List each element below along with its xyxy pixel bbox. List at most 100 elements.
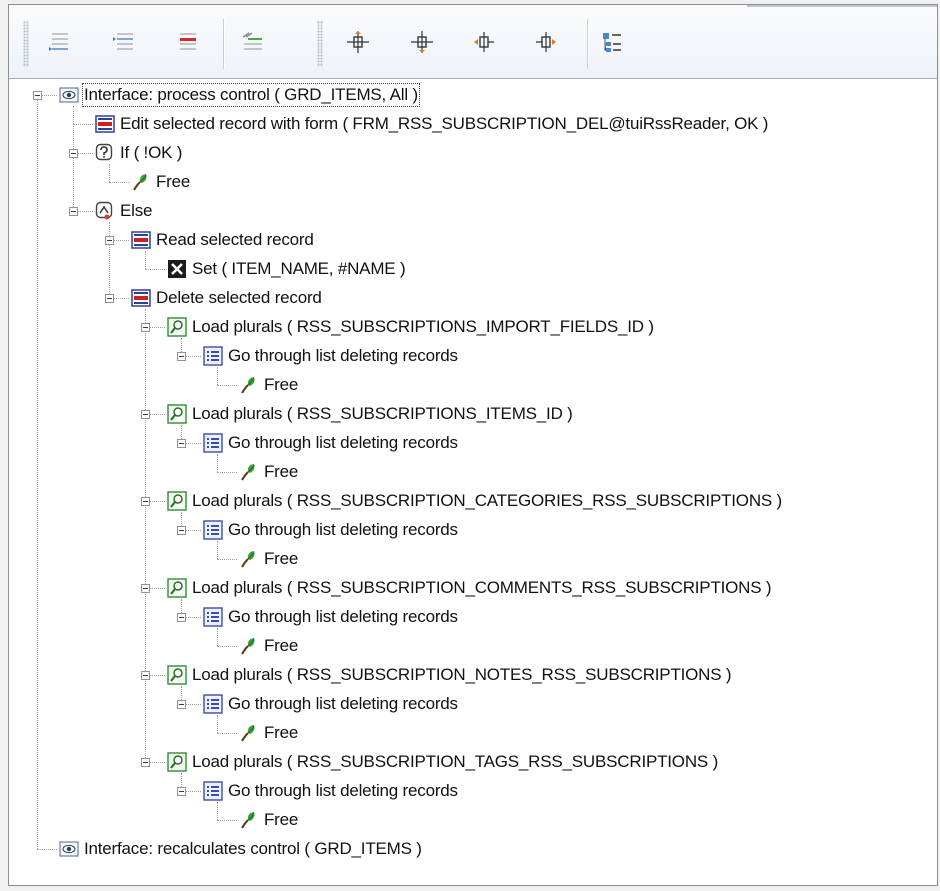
move-down-icon[interactable] xyxy=(409,29,435,55)
tree-connector xyxy=(217,541,218,559)
tree-node[interactable]: Go through list deleting records xyxy=(203,605,458,629)
collapse-toggle[interactable] xyxy=(105,236,114,245)
tree-node[interactable]: Set ( ITEM_NAME, #NAME ) xyxy=(167,257,406,281)
process-editor-window: Interface: process control ( GRD_ITEMS, … xyxy=(8,4,938,886)
tree-node-label: Load plurals ( RSS_SUBSCRIPTION_COMMENTS… xyxy=(192,578,772,597)
interface-eye-icon xyxy=(59,85,79,105)
tree-node[interactable]: Go through list deleting records xyxy=(203,431,458,455)
tree-node-label: Else xyxy=(120,201,153,220)
tree-node[interactable]: Interface: process control ( GRD_ITEMS, … xyxy=(59,83,420,107)
tree-node-label: Load plurals ( RSS_SUBSCRIPTIONS_ITEMS_I… xyxy=(192,404,573,423)
tree-node-label: Free xyxy=(264,462,299,481)
tree-connector xyxy=(217,733,237,734)
move-left-icon[interactable] xyxy=(471,29,497,55)
tree-node[interactable]: Else xyxy=(95,199,152,223)
toolbar xyxy=(9,5,937,79)
tree-node[interactable]: Free xyxy=(239,547,298,571)
tree-node[interactable]: Read selected record xyxy=(131,228,314,252)
free-leaf-icon xyxy=(239,375,259,395)
tree-connector xyxy=(217,802,218,820)
tree-node-label: Free xyxy=(264,375,299,394)
tree-node[interactable]: Load plurals ( RSS_SUBSCRIPTION_TAGS_RSS… xyxy=(167,750,718,774)
tree-node-label: Free xyxy=(264,549,299,568)
collapse-toggle[interactable] xyxy=(141,410,150,419)
collapse-toggle[interactable] xyxy=(141,323,150,332)
tree-node[interactable]: Interface: recalculates control ( GRD_IT… xyxy=(59,837,422,861)
tree-node-label: Edit selected record with form ( FRM_RSS… xyxy=(120,114,769,133)
tree-node[interactable]: Free xyxy=(131,170,190,194)
tree-connector xyxy=(217,472,237,473)
tree-node[interactable]: Load plurals ( RSS_SUBSCRIPTION_CATEGORI… xyxy=(167,489,782,513)
tree-node[interactable]: Free xyxy=(239,721,298,745)
comment-line-icon[interactable] xyxy=(239,29,265,55)
collapse-toggle[interactable] xyxy=(141,671,150,680)
tree-node[interactable]: Go through list deleting records xyxy=(203,518,458,542)
toolbar-grip[interactable] xyxy=(317,21,323,67)
tree-node-label: Set ( ITEM_NAME, #NAME ) xyxy=(192,259,406,278)
tree-node[interactable]: If ( !OK ) xyxy=(95,141,182,165)
tree-node-label: Go through list deleting records xyxy=(228,346,458,365)
if-condition-icon xyxy=(95,143,115,163)
indent-list-icon[interactable] xyxy=(47,29,73,55)
tree-node-label: Go through list deleting records xyxy=(228,520,458,539)
load-plurals-icon xyxy=(167,665,187,685)
tree-connector xyxy=(145,251,146,269)
tree-connector xyxy=(217,454,218,472)
move-up-icon[interactable] xyxy=(345,29,371,55)
tree-node[interactable]: Load plurals ( RSS_SUBSCRIPTIONS_IMPORT_… xyxy=(167,315,654,339)
collapse-toggle[interactable] xyxy=(141,497,150,506)
collapse-toggle[interactable] xyxy=(177,613,186,622)
else-icon xyxy=(95,201,115,221)
tree-node[interactable]: Go through list deleting records xyxy=(203,344,458,368)
collapse-toggle[interactable] xyxy=(177,439,186,448)
free-leaf-icon xyxy=(239,462,259,482)
collapse-toggle[interactable] xyxy=(177,700,186,709)
tree-connector xyxy=(217,385,237,386)
tree-node[interactable]: Free xyxy=(239,634,298,658)
tree-node[interactable]: Free xyxy=(239,460,298,484)
tree-view-icon[interactable] xyxy=(599,29,625,55)
collapse-toggle[interactable] xyxy=(141,584,150,593)
insert-line-icon[interactable] xyxy=(111,29,137,55)
load-plurals-icon xyxy=(167,491,187,511)
collapse-toggle[interactable] xyxy=(177,787,186,796)
set-variable-icon xyxy=(167,259,187,279)
record-form-icon xyxy=(95,114,115,134)
list-icon xyxy=(203,694,223,714)
load-plurals-icon xyxy=(167,752,187,772)
tree-connector xyxy=(37,849,57,850)
tree-connector xyxy=(73,106,74,124)
tree-node[interactable]: Free xyxy=(239,808,298,832)
collapse-toggle[interactable] xyxy=(177,352,186,361)
collapse-toggle[interactable] xyxy=(141,758,150,767)
tree-node[interactable]: Load plurals ( RSS_SUBSCRIPTION_NOTES_RS… xyxy=(167,663,732,687)
tree-node[interactable]: Free xyxy=(239,373,298,397)
collapse-toggle[interactable] xyxy=(69,207,78,216)
tree-connector xyxy=(145,588,146,675)
tree-connector xyxy=(217,646,237,647)
tree-connector xyxy=(145,675,146,762)
tree-connector xyxy=(109,164,110,182)
tree-node[interactable]: Load plurals ( RSS_SUBSCRIPTIONS_ITEMS_I… xyxy=(167,402,573,426)
list-icon xyxy=(203,346,223,366)
list-icon xyxy=(203,607,223,627)
tree-connector xyxy=(217,628,218,646)
move-right-icon[interactable] xyxy=(533,29,559,55)
tree-node-label: Go through list deleting records xyxy=(228,781,458,800)
tree-node-label: Load plurals ( RSS_SUBSCRIPTION_NOTES_RS… xyxy=(192,665,732,684)
delete-line-icon[interactable] xyxy=(175,29,201,55)
tree-node[interactable]: Edit selected record with form ( FRM_RSS… xyxy=(95,112,768,136)
tree-node-label: Load plurals ( RSS_SUBSCRIPTION_TAGS_RSS… xyxy=(192,752,719,771)
process-tree[interactable]: Interface: process control ( GRD_ITEMS, … xyxy=(9,79,937,885)
toolbar-grip[interactable] xyxy=(23,21,29,67)
tree-node[interactable]: Go through list deleting records xyxy=(203,692,458,716)
collapse-toggle[interactable] xyxy=(177,526,186,535)
collapse-toggle[interactable] xyxy=(69,149,78,158)
tree-connector xyxy=(145,327,146,414)
collapse-toggle[interactable] xyxy=(105,294,114,303)
tree-node-label: Free xyxy=(264,636,299,655)
collapse-toggle[interactable] xyxy=(33,91,42,100)
tree-node[interactable]: Delete selected record xyxy=(131,286,322,310)
tree-node[interactable]: Go through list deleting records xyxy=(203,779,458,803)
tree-node[interactable]: Load plurals ( RSS_SUBSCRIPTION_COMMENTS… xyxy=(167,576,772,600)
